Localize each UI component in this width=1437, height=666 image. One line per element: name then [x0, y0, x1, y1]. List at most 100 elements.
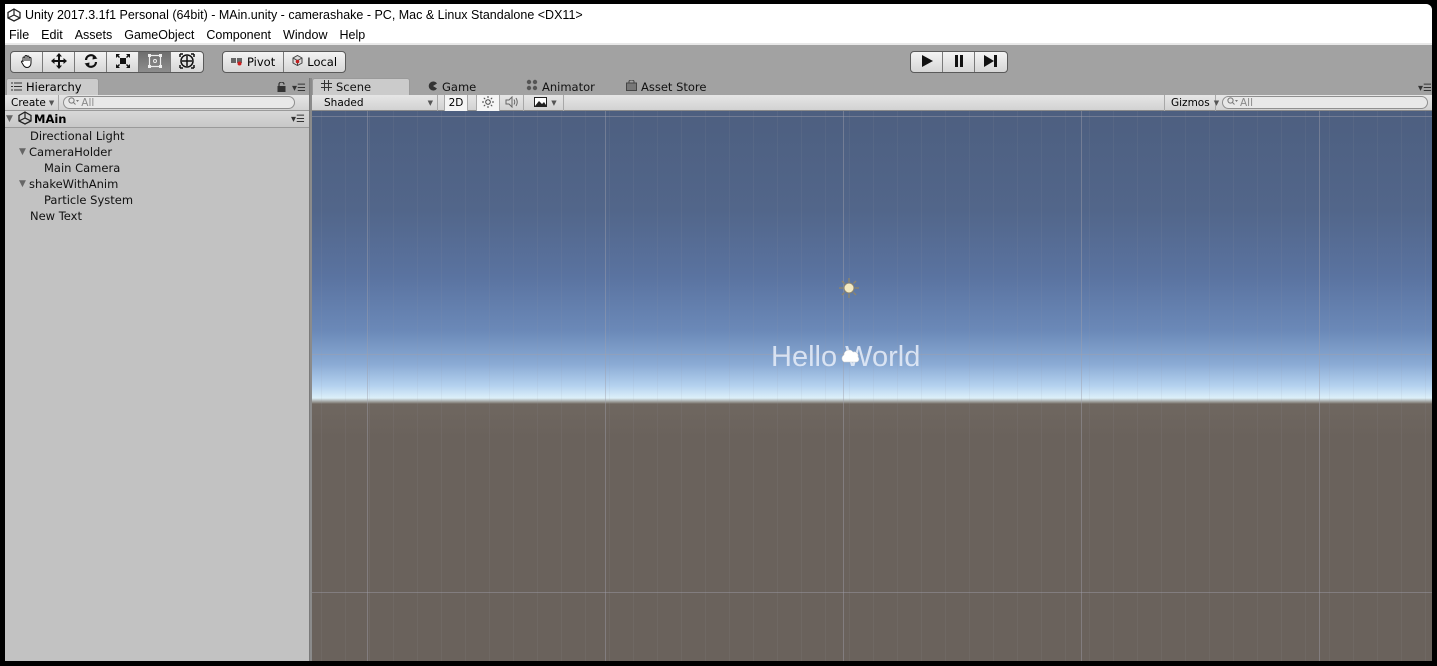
expand-arrow-icon[interactable]: ▼ [19, 147, 29, 157]
tab-label: Asset Store [641, 79, 707, 94]
grid-line-minor [489, 111, 490, 661]
shading-mode-dropdown[interactable]: Shaded ▼ [318, 95, 438, 111]
transform-tool-button[interactable] [171, 52, 203, 72]
grid-line [1319, 111, 1320, 661]
hierarchy-item-shakewithanim[interactable]: ▼ shakeWithAnim [5, 176, 309, 192]
tab-game[interactable]: Game [420, 78, 476, 95]
directional-light-gizmo-icon[interactable] [838, 277, 860, 299]
grid-line-minor [633, 111, 634, 661]
menu-file[interactable]: File [5, 28, 35, 42]
grid-line-minor [657, 111, 658, 661]
grid-line-minor [969, 111, 970, 661]
rect-transform-icon [147, 53, 163, 72]
tab-scene[interactable]: Scene [312, 78, 410, 95]
hierarchy-item-particle-system[interactable]: Particle System [5, 192, 309, 208]
grid-hash-icon [321, 80, 332, 94]
scene-effects-dropdown[interactable]: ▼ [528, 95, 564, 111]
item-label: Directional Light [30, 129, 125, 143]
transform-icon [179, 52, 195, 72]
grid-line-minor [1425, 111, 1426, 661]
grid-line-minor [681, 111, 682, 661]
play-button[interactable] [911, 52, 943, 72]
chevron-down-icon: ▼ [1213, 99, 1220, 107]
hierarchy-item-cameraholder[interactable]: ▼ CameraHolder [5, 144, 309, 160]
shading-mode-label: Shaded [324, 97, 364, 109]
grid-line-minor [1329, 111, 1330, 661]
menu-edit[interactable]: Edit [37, 28, 69, 42]
menu-component[interactable]: Component [202, 28, 277, 42]
grid-line-minor [537, 111, 538, 661]
grid-line-minor [417, 111, 418, 661]
scene-search-input[interactable]: All [1222, 96, 1428, 109]
grid-line-minor [513, 111, 514, 661]
create-dropdown[interactable]: Create ▼ [5, 95, 60, 110]
hand-tool-button[interactable] [11, 52, 43, 72]
window-title: Unity 2017.3.1f1 Personal (64bit) - MAin… [25, 8, 583, 22]
hierarchy-item-new-text[interactable]: New Text [5, 208, 309, 224]
grid-line-minor [369, 111, 370, 661]
search-icon [1227, 96, 1239, 109]
scene-audio-toggle[interactable] [500, 95, 524, 111]
pause-button[interactable] [943, 52, 975, 72]
hierarchy-item-directional-light[interactable]: Directional Light [5, 128, 309, 144]
step-button[interactable] [975, 52, 1007, 72]
scene-viewport[interactable]: Hello World [312, 111, 1432, 661]
menu-help[interactable]: Help [335, 28, 371, 42]
pivot-button[interactable]: Pivot [223, 52, 285, 72]
move-tool-button[interactable] [43, 52, 75, 72]
grid-line-minor [1401, 111, 1402, 661]
scene-toolbar: Shaded ▼ 2D ▼ Gizmos ▼ All [312, 95, 1432, 111]
play-controls [910, 51, 1008, 73]
scale-tool-button[interactable] [107, 52, 139, 72]
tab-label: Game [442, 79, 477, 94]
tab-hierarchy[interactable]: Hierarchy [6, 78, 99, 95]
local-label: Local [307, 55, 338, 69]
scene-root-row[interactable]: ▼ MAin ▾☰ [5, 110, 309, 128]
grid-line-minor [849, 111, 850, 661]
lock-icon[interactable] [277, 81, 286, 95]
grid-line-minor [705, 111, 706, 661]
grid-line-minor [1209, 111, 1210, 661]
rotate-tool-button[interactable] [75, 52, 107, 72]
expand-arrow-icon[interactable]: ▼ [19, 179, 29, 189]
scene-options-icon[interactable]: ▾☰ [291, 114, 305, 125]
grid-line-minor [609, 111, 610, 661]
pivot-label: Pivot [247, 55, 276, 69]
particle-system-gizmo-icon[interactable] [839, 348, 861, 364]
grid-line-minor [393, 111, 394, 661]
item-label: Main Camera [44, 161, 121, 175]
panel-menu-icon[interactable]: ▾☰ [292, 83, 306, 94]
sun-icon [482, 95, 494, 111]
grid-line-minor [1137, 111, 1138, 661]
hierarchy-search-input[interactable]: All [63, 96, 296, 109]
hierarchy-toolbar: Create ▼ All [5, 95, 309, 111]
rect-tool-button[interactable] [139, 52, 171, 72]
menu-gameobject[interactable]: GameObject [120, 28, 200, 42]
scene-lighting-toggle[interactable] [476, 95, 500, 111]
grid-line-minor [345, 111, 346, 661]
expand-arrow-icon[interactable]: ▼ [6, 114, 18, 124]
animator-icon [526, 79, 538, 94]
grid-line-minor [465, 111, 466, 661]
grid-line-minor [1257, 111, 1258, 661]
local-button[interactable]: Local [284, 52, 345, 72]
menu-assets[interactable]: Assets [71, 28, 119, 42]
mode-2d-toggle[interactable]: 2D [444, 95, 468, 111]
menu-bar: File Edit Assets GameObject Component Wi… [5, 26, 1432, 45]
panel-menu-icon[interactable]: ▾☰ [1418, 83, 1432, 94]
grid-line-minor [777, 111, 778, 661]
main-toolbar: Pivot Local [5, 47, 1432, 77]
grid-line-minor [1113, 111, 1114, 661]
grid-line-minor [1233, 111, 1234, 661]
gizmos-dropdown[interactable]: Gizmos ▼ [1164, 95, 1220, 111]
grid-line-minor [801, 111, 802, 661]
hierarchy-tree: Directional Light ▼ CameraHolder Main Ca… [5, 128, 309, 224]
search-icon [68, 96, 80, 109]
tab-animator[interactable]: Animator [518, 78, 595, 95]
menu-window[interactable]: Window [279, 28, 333, 42]
hierarchy-item-main-camera[interactable]: Main Camera [5, 160, 309, 176]
transform-tools [10, 51, 204, 73]
scene-tab-bar: Scene Game Animator Asset Store ▾☰ [312, 78, 1432, 95]
grid-line-minor [825, 111, 826, 661]
tab-asset-store[interactable]: Asset Store [618, 78, 707, 95]
